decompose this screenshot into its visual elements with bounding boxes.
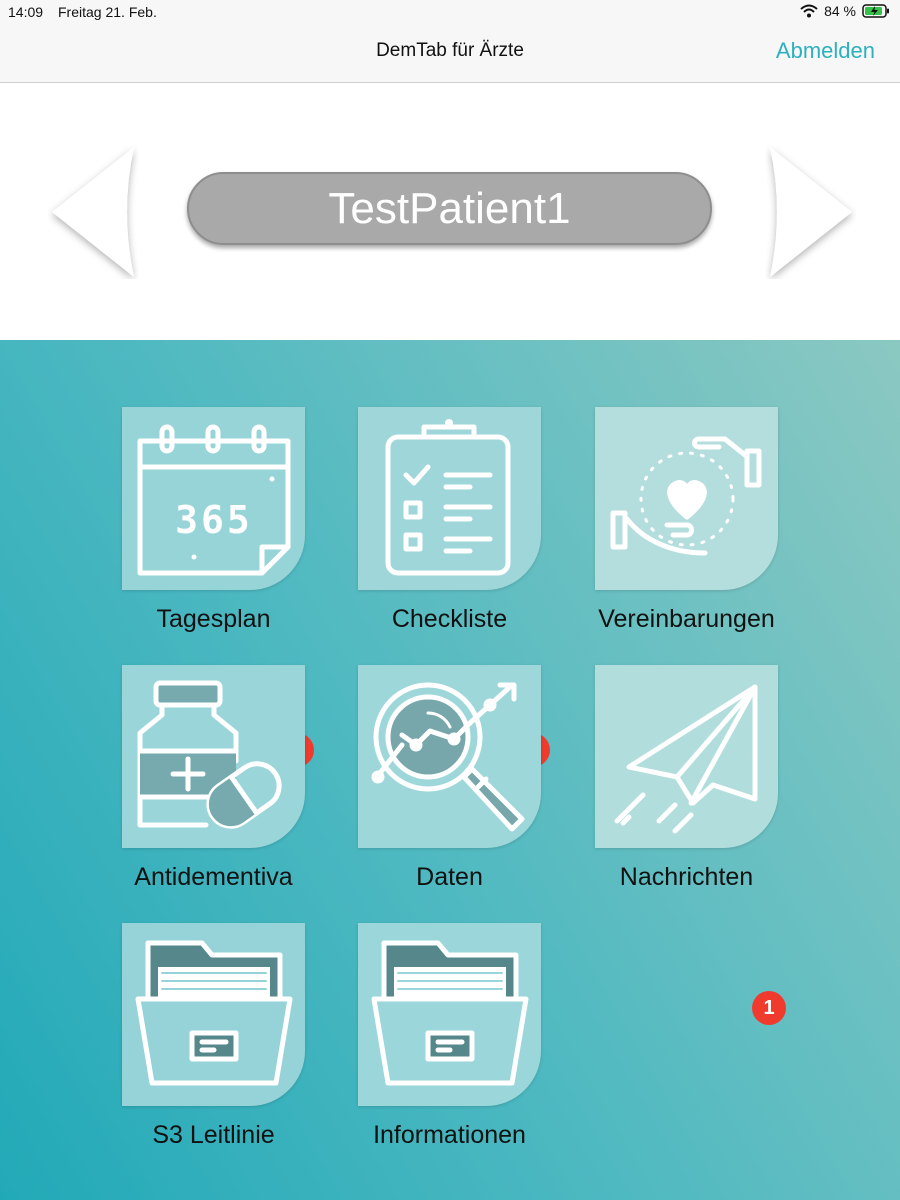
- tile-tagesplan[interactable]: 365: [122, 407, 305, 590]
- page-title: DemTab für Ärzte: [376, 40, 524, 61]
- wifi-icon: [800, 4, 818, 18]
- hands-heart-icon: [610, 436, 762, 556]
- calendar-icon: 365: [137, 424, 291, 576]
- battery-percent: 84 %: [824, 3, 856, 19]
- next-patient-arrow-icon[interactable]: [766, 145, 856, 279]
- logout-button[interactable]: Abmelden: [776, 38, 875, 64]
- folder-icon: [371, 940, 529, 1086]
- status-date: Freitag 21. Feb.: [58, 4, 157, 20]
- tile-s3-leitlinie[interactable]: [122, 923, 305, 1106]
- status-right: 84 %: [800, 3, 890, 19]
- paper-plane-icon: [614, 684, 758, 834]
- tile-label-informationen: Informationen: [373, 1121, 526, 1149]
- tile-label-nachrichten: Nachrichten: [619, 863, 754, 891]
- navigation-bar: DemTab für Ärzte Abmelden: [0, 24, 900, 83]
- tile-antidementiva[interactable]: [122, 665, 305, 848]
- tile-nachrichten[interactable]: [595, 665, 778, 848]
- patient-name-pill[interactable]: TestPatient1: [187, 172, 712, 245]
- svg-text:365: 365: [175, 498, 253, 542]
- nachrichten-badge: 1: [752, 991, 786, 1025]
- status-bar: 14:09 Freitag 21. Feb. 84 %: [0, 0, 900, 24]
- status-time: 14:09: [8, 4, 44, 20]
- previous-patient-arrow-icon[interactable]: [48, 145, 138, 279]
- tile-label-vereinbarungen: Vereinbarungen: [598, 605, 775, 633]
- tile-vereinbarungen[interactable]: [595, 407, 778, 590]
- battery-charging-icon: [862, 4, 889, 18]
- magnifier-chart-icon: [371, 682, 525, 832]
- folder-icon: [135, 940, 293, 1086]
- tile-daten[interactable]: [358, 665, 541, 848]
- tile-checkliste[interactable]: [358, 407, 541, 590]
- clipboard-checklist-icon: [385, 419, 511, 576]
- tile-informationen[interactable]: [358, 923, 541, 1106]
- medicine-bottle-icon: [137, 680, 282, 829]
- menu-grid: 365 2 1: [0, 340, 900, 1200]
